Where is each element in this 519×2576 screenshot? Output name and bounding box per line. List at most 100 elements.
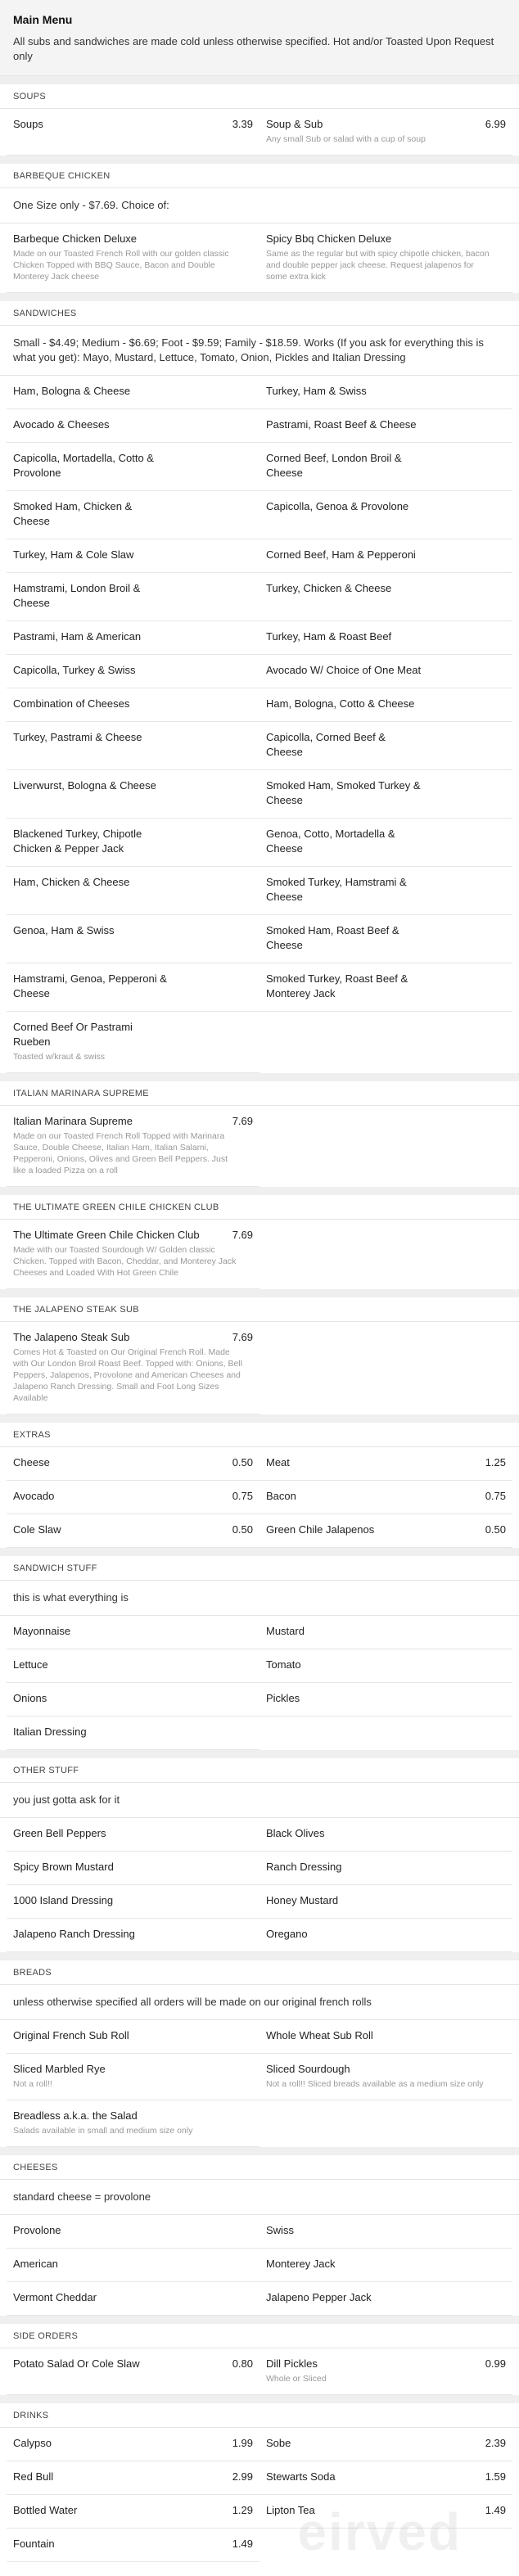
menu-item-row: Tomato <box>266 1658 506 1672</box>
menu-item[interactable]: Avocado 0.75 <box>7 1481 260 1514</box>
menu-item[interactable]: Cheese 0.50 <box>7 1447 260 1481</box>
menu-item[interactable]: Ranch Dressing <box>260 1852 512 1885</box>
menu-item-row: Bottled Water 1.29 <box>13 2503 253 2518</box>
menu-item-row: Corned Beef, Ham & Pepperoni <box>266 548 506 562</box>
menu-item[interactable]: Capicolla, Corned Beef & Cheese <box>260 722 512 770</box>
menu-item[interactable]: Lettuce <box>7 1649 260 1683</box>
menu-item[interactable]: Corned Beef, London Broil & Cheese <box>260 443 512 491</box>
menu-item[interactable]: Italian Dressing <box>7 1717 260 1750</box>
menu-item[interactable]: Pastrami, Roast Beef & Cheese <box>260 409 512 443</box>
menu-item[interactable]: Corned Beef Or Pastrami Rueben Toasted w/… <box>7 1012 260 1073</box>
menu-item[interactable]: Smoked Ham, Roast Beef & Cheese <box>260 915 512 963</box>
menu-item-name: Genoa, Cotto, Mortadella & Cheese <box>266 828 395 855</box>
menu-item[interactable]: Smoked Ham, Chicken & Cheese <box>7 491 260 539</box>
menu-item[interactable]: Sliced Sourdough Not a roll!! Sliced brea… <box>260 2054 512 2100</box>
menu-item[interactable]: Red Bull 2.99 <box>7 2461 260 2495</box>
menu-item[interactable]: Jalapeno Ranch Dressing <box>7 1919 260 1952</box>
menu-item[interactable]: Meat 1.25 <box>260 1447 512 1481</box>
menu-item[interactable]: Italian Marinara Supreme 7.69 Made on our … <box>7 1106 260 1187</box>
menu-item-price: 6.99 <box>485 118 506 130</box>
menu-item[interactable]: Green Bell Peppers <box>7 1818 260 1852</box>
menu-item[interactable]: Jalapeno Pepper Jack <box>260 2282 512 2316</box>
grid-spacer <box>260 1012 512 1073</box>
menu-item[interactable]: Barbeque Chicken Deluxe Made on our Toast… <box>7 223 260 293</box>
menu-item[interactable]: Provolone <box>7 2215 260 2249</box>
menu-item[interactable]: Blackened Turkey, Chipotle Chicken & Pep… <box>7 819 260 867</box>
menu-item[interactable]: Smoked Turkey, Roast Beef & Monterey Jac… <box>260 963 512 1012</box>
menu-item[interactable]: Smoked Turkey, Hamstrami & Cheese <box>260 867 512 915</box>
menu-item[interactable]: Spicy Bbq Chicken Deluxe Same as the regu… <box>260 223 512 293</box>
menu-item[interactable]: Cole Slaw 0.50 <box>7 1514 260 1548</box>
menu-item[interactable]: Sliced Marbled Rye Not a roll!! <box>7 2054 260 2100</box>
menu-item[interactable]: Liverwurst, Bologna & Cheese <box>7 770 260 819</box>
menu-item[interactable]: Lipton Tea 1.49 <box>260 2495 512 2529</box>
menu-item[interactable]: 1000 Island Dressing <box>7 1885 260 1919</box>
menu-item-row: Combination of Cheeses <box>13 697 253 711</box>
menu-item[interactable]: Pastrami, Ham & American <box>7 621 260 655</box>
menu-item[interactable]: Genoa, Cotto, Mortadella & Cheese <box>260 819 512 867</box>
item-grid: Potato Salad Or Cole Slaw 0.80 Dill Pickle… <box>0 2348 519 2395</box>
menu-item[interactable]: Turkey, Ham & Swiss <box>260 376 512 409</box>
menu-item[interactable]: Ham, Bologna, Cotto & Cheese <box>260 688 512 722</box>
menu-item[interactable]: Green Chile Jalapenos 0.50 <box>260 1514 512 1548</box>
menu-item[interactable]: Turkey, Pastrami & Cheese <box>7 722 260 770</box>
menu-item[interactable]: Spicy Brown Mustard <box>7 1852 260 1885</box>
menu-item[interactable]: Capicolla, Mortadella, Cotto & Provolone <box>7 443 260 491</box>
menu-item-row: Turkey, Ham & Cole Slaw <box>13 548 253 562</box>
menu-item-name: Monterey Jack <box>266 2258 336 2270</box>
menu-item[interactable]: Sobe 2.39 <box>260 2428 512 2461</box>
menu-item[interactable]: Stewarts Soda 1.59 <box>260 2461 512 2495</box>
menu-item[interactable]: Soup & Sub 6.99 Any small Sub or salad wit… <box>260 109 512 156</box>
menu-item-price: 7.69 <box>232 1331 253 1343</box>
menu-item-name: Potato Salad Or Cole Slaw <box>13 2357 140 2370</box>
menu-item[interactable]: Genoa, Ham & Swiss <box>7 915 260 963</box>
menu-item[interactable]: Mustard <box>260 1616 512 1649</box>
menu-item[interactable]: Corned Beef, Ham & Pepperoni <box>260 539 512 573</box>
menu-item[interactable]: Onions <box>7 1683 260 1717</box>
menu-item-row: Avocado W/ Choice of One Meat <box>266 663 506 678</box>
menu-item[interactable]: Turkey, Ham & Roast Beef <box>260 621 512 655</box>
menu-item[interactable]: Fountain 1.49 <box>7 2529 260 2562</box>
menu-item[interactable]: Vermont Cheddar <box>7 2282 260 2316</box>
menu-item[interactable]: Tomato <box>260 1649 512 1683</box>
menu-item-name: Italian Dressing <box>13 1726 87 1738</box>
menu-item[interactable]: American <box>7 2249 260 2282</box>
menu-item[interactable]: Dill Pickles 0.99 Whole or Sliced <box>260 2348 512 2395</box>
menu-item[interactable]: Swiss <box>260 2215 512 2249</box>
menu-item[interactable]: Turkey, Ham & Cole Slaw <box>7 539 260 573</box>
menu-item[interactable]: Capicolla, Genoa & Provolone <box>260 491 512 539</box>
menu-item[interactable]: Breadless a.k.a. the Salad Salads availab… <box>7 2100 260 2147</box>
menu-item[interactable]: Avocado & Cheeses <box>7 409 260 443</box>
menu-item[interactable]: Oregano <box>260 1919 512 1952</box>
menu-item[interactable]: Whole Wheat Sub Roll <box>260 2020 512 2054</box>
menu-item[interactable]: Capicolla, Turkey & Swiss <box>7 655 260 688</box>
menu-item[interactable]: Bacon 0.75 <box>260 1481 512 1514</box>
menu-item-name: Turkey, Ham & Roast Beef <box>266 630 392 643</box>
menu-item[interactable]: Potato Salad Or Cole Slaw 0.80 <box>7 2348 260 2395</box>
section-title: SIDE ORDERS <box>0 2324 519 2348</box>
menu-item[interactable]: Honey Mustard <box>260 1885 512 1919</box>
menu-item-name: Lipton Tea <box>266 2504 315 2516</box>
menu-item[interactable]: Mayonnaise <box>7 1616 260 1649</box>
menu-item[interactable]: Turkey, Chicken & Cheese <box>260 573 512 621</box>
menu-item[interactable]: Pickles <box>260 1683 512 1717</box>
menu-item[interactable]: Original French Sub Roll <box>7 2020 260 2054</box>
menu-item[interactable]: Smoked Ham, Smoked Turkey & Cheese <box>260 770 512 819</box>
menu-item-name: Cole Slaw <box>13 1523 61 1536</box>
menu-item-row: Ham, Bologna, Cotto & Cheese <box>266 697 506 711</box>
menu-item-row: Stewarts Soda 1.59 <box>266 2470 506 2484</box>
menu-item[interactable]: Soups 3.39 <box>7 109 260 156</box>
menu-item[interactable]: Monterey Jack <box>260 2249 512 2282</box>
menu-item[interactable]: Ham, Chicken & Cheese <box>7 867 260 915</box>
menu-item[interactable]: Ham, Bologna & Cheese <box>7 376 260 409</box>
menu-item-name: Sliced Sourdough <box>266 2063 350 2075</box>
menu-item[interactable]: Bottled Water 1.29 <box>7 2495 260 2529</box>
menu-item[interactable]: Black Olives <box>260 1818 512 1852</box>
menu-item[interactable]: Hamstrami, Genoa, Pepperoni & Cheese <box>7 963 260 1012</box>
menu-item[interactable]: Avocado W/ Choice of One Meat <box>260 655 512 688</box>
menu-item[interactable]: Hamstrami, London Broil & Cheese <box>7 573 260 621</box>
menu-item[interactable]: The Ultimate Green Chile Chicken Club 7.6… <box>7 1220 260 1289</box>
menu-item[interactable]: The Jalapeno Steak Sub 7.69 Comes Hot & To… <box>7 1322 260 1414</box>
menu-item[interactable]: Calypso 1.99 <box>7 2428 260 2461</box>
menu-item[interactable]: Combination of Cheeses <box>7 688 260 722</box>
